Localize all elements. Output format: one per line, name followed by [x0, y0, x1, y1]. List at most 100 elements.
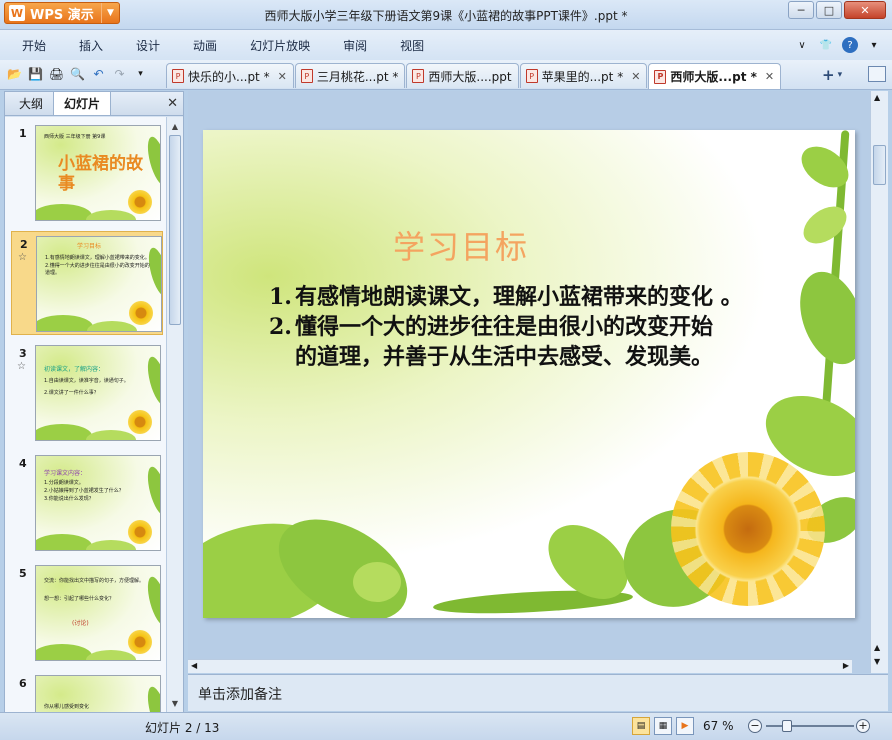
close-panel-icon[interactable]: ✕	[167, 96, 178, 111]
sunflower-icon	[128, 520, 152, 544]
objective-item-2: 2. 懂得一个大的进步往往是由很小的改变开始	[269, 312, 743, 342]
doc-tab-label: 三月桃花...pt *	[316, 69, 399, 84]
tab-outline[interactable]: 大纲	[9, 92, 53, 115]
slide-canvas[interactable]: 学习目标 1. 有感情地朗读课文，理解小蓝裙带来的变化 。 2. 懂得一个大的进步往…	[203, 130, 855, 618]
slide-thumbnail[interactable]: 交流：你能找出文中描写的句子，方便理解。 想一想：引起了哪些什么变化？ (讨论)	[35, 565, 161, 661]
skin-icon[interactable]: 👕	[818, 37, 834, 53]
item-number: 1.	[269, 284, 292, 310]
thumbnail-item-selected[interactable]: 2 ☆ 学习目标 1.有感情地朗读课文，理解小蓝裙带来的变化。 2.懂得一个大的…	[11, 231, 163, 335]
slide-sorter-view-icon[interactable]: ▦	[654, 717, 672, 735]
thumbnail-title: 学习课文内容：	[44, 470, 87, 477]
zoom-level[interactable]: 67 %	[703, 719, 734, 733]
scroll-up-icon[interactable]: ▲	[167, 119, 183, 133]
ppt-file-icon: P	[654, 69, 667, 84]
scroll-down-icon[interactable]: ▼	[167, 696, 183, 710]
close-window-button[interactable]: ✕	[844, 1, 886, 19]
doc-tab-label: 西师大版....ppt	[428, 69, 512, 84]
undo-icon[interactable]: ↶	[90, 65, 107, 82]
next-slide-icon[interactable]: ▼	[874, 657, 880, 666]
thumbnail-item[interactable]: 5 交流：你能找出文中描写的句子，方便理解。 想一想：引起了哪些什么变化？ (讨…	[11, 561, 163, 665]
item-text: 有感情地朗读课文，理解小蓝裙带来的变化 。	[295, 284, 743, 310]
slide-thumbnail[interactable]: 西师大版 三年级下册 第9课 小蓝裙的故事	[35, 125, 161, 221]
objective-item-1: 1. 有感情地朗读课文，理解小蓝裙带来的变化 。	[269, 282, 743, 312]
doc-tab-2[interactable]: P 三月桃花...pt *	[294, 63, 406, 88]
thumbnail-title: 初读课文，了解内容：	[44, 366, 105, 373]
new-tab-button[interactable]: + ▾	[822, 65, 856, 85]
objective-item-2-cont: 的道理，并善于从生活中去感受、发现美。	[295, 344, 714, 370]
slide-thumbnail[interactable]: 你从哪儿感受到变化	[35, 675, 161, 712]
doc-tab-3[interactable]: P 西师大版....ppt	[406, 63, 519, 88]
zoom-knob[interactable]	[782, 720, 792, 732]
thumbnail-text: 1.自由读课文，读准字音，读通句子。	[44, 378, 129, 384]
slide-body[interactable]: 1. 有感情地朗读课文，理解小蓝裙带来的变化 。 2. 懂得一个大的进步往往是由很小…	[269, 282, 743, 372]
normal-view-icon[interactable]: ▤	[632, 717, 650, 735]
help-dropdown-icon[interactable]: ▾	[866, 37, 882, 53]
thumbnail-list: 1 西师大版 三年级下册 第9课 小蓝裙的故事 2 ☆ 学习目标 1.有感情地朗…	[5, 117, 167, 712]
minimize-button[interactable]: ─	[788, 1, 814, 19]
print-icon[interactable]: 🖨	[48, 65, 65, 82]
doc-tab-5-active[interactable]: P 西师大版...pt * ✕	[648, 63, 782, 89]
doc-tab-4[interactable]: P 苹果里的...pt * ✕	[519, 63, 648, 88]
thumbnail-text: 3.你能说出什么发现？	[44, 496, 94, 502]
scroll-right-icon[interactable]: ▶	[843, 661, 849, 670]
thumbnail-number: 5	[19, 567, 27, 580]
save-icon[interactable]: 💾	[27, 65, 44, 82]
slideshow-view-icon[interactable]: ▶	[676, 717, 694, 735]
zoom-track	[766, 725, 854, 727]
thumbnail-item[interactable]: 6 你从哪儿感受到变化	[11, 671, 163, 712]
slide-thumbnail[interactable]: 学习目标 1.有感情地朗读课文，理解小蓝裙带来的变化。 2.懂得一个大的进步往往…	[36, 236, 162, 332]
collapse-ribbon-icon[interactable]: ∨	[794, 37, 810, 53]
title-bar: W WPS 演示 ▼ 西师大版小学三年级下册语文第9课《小蓝裙的故事PPT课件》…	[0, 0, 892, 30]
slide-title[interactable]: 学习目标	[393, 222, 529, 268]
horizontal-scrollbar[interactable]: ◀ ▶	[188, 659, 852, 673]
menu-slideshow[interactable]: 幻灯片放映	[250, 37, 310, 54]
customize-toolbar-icon[interactable]: ▾	[132, 65, 149, 82]
redo-icon[interactable]: ↷	[111, 65, 128, 82]
status-bar: 幻灯片 2 / 13 ▤ ▦ ▶ 67 % − +	[0, 712, 892, 740]
scroll-left-icon[interactable]: ◀	[191, 661, 197, 670]
thumbnail-number: 4	[19, 457, 27, 470]
item-text: 懂得一个大的进步往往是由很小的改变开始	[295, 314, 714, 340]
menu-design[interactable]: 设计	[136, 37, 160, 54]
doc-tab-1[interactable]: P 快乐的小...pt * ✕	[166, 63, 294, 88]
ppt-file-icon: P	[300, 69, 313, 83]
zoom-in-button[interactable]: +	[856, 719, 870, 733]
ppt-file-icon: P	[172, 69, 184, 83]
menu-insert[interactable]: 插入	[79, 37, 103, 54]
thumbnail-item[interactable]: 1 西师大版 三年级下册 第9课 小蓝裙的故事	[11, 121, 163, 225]
thumbnail-scrollbar[interactable]: ▲ ▼	[166, 117, 183, 712]
menu-animation[interactable]: 动画	[193, 37, 217, 54]
slides-panel: 大纲 幻灯片 ✕ 1 西师大版 三年级下册 第9课 小蓝裙的故事 2 ☆ 学习目…	[4, 91, 184, 712]
notes-pane[interactable]: 单击添加备注	[188, 674, 888, 711]
thumbnail-item[interactable]: 3 ☆ 初读课文，了解内容： 1.自由读课文，读准字音，读通句子。 2.课文讲了…	[11, 341, 163, 445]
slide-thumbnail[interactable]: 初读课文，了解内容： 1.自由读课文，读准字音，读通句子。 2.课文讲了一件什么…	[35, 345, 161, 441]
help-icon[interactable]: ?	[842, 37, 858, 53]
zoom-out-button[interactable]: −	[748, 719, 762, 733]
menu-bar: 开始 插入 设计 动画 幻灯片放映 审阅 视图 ∨ 👕 ? ▾	[0, 30, 892, 60]
ppt-file-icon: P	[525, 69, 538, 83]
thumbnail-text: 你从哪儿感受到变化	[44, 704, 90, 710]
menu-view[interactable]: 视图	[400, 37, 424, 54]
scroll-thumb[interactable]	[169, 135, 181, 325]
open-folder-icon[interactable]: 📂	[6, 65, 23, 82]
thumbnail-number: 3	[19, 347, 27, 360]
zoom-slider[interactable]: − +	[748, 717, 874, 735]
print-preview-icon[interactable]: 🔍	[69, 65, 86, 82]
slide-thumbnail[interactable]: 学习课文内容： 1.分段朗读课文。 2.小姑娘得到了小蓝裙发生了什么？ 3.你能…	[35, 455, 161, 551]
scroll-up-icon[interactable]: ▲	[874, 93, 880, 102]
thumbnail-number: 2	[20, 238, 28, 251]
close-tab-icon[interactable]: ✕	[765, 70, 774, 83]
close-tab-icon[interactable]: ✕	[631, 70, 640, 83]
window-title: 西师大版小学三年级下册语文第9课《小蓝裙的故事PPT课件》.ppt *	[264, 9, 628, 23]
maximize-button[interactable]: □	[816, 1, 842, 19]
menu-home[interactable]: 开始	[22, 37, 46, 54]
scroll-thumb[interactable]	[873, 145, 886, 185]
thumbnail-item[interactable]: 4 学习课文内容： 1.分段朗读课文。 2.小姑娘得到了小蓝裙发生了什么？ 3.…	[11, 451, 163, 555]
prev-slide-icon[interactable]: ▲	[874, 643, 880, 652]
chevron-down-icon[interactable]: ▾	[838, 70, 843, 80]
tab-slides[interactable]: 幻灯片	[53, 91, 112, 115]
editor-vertical-scrollbar[interactable]: ▲ ▲ ▼	[870, 91, 888, 673]
tab-list-icon[interactable]	[868, 66, 886, 82]
close-tab-icon[interactable]: ✕	[278, 70, 287, 83]
menu-review[interactable]: 审阅	[343, 37, 367, 54]
